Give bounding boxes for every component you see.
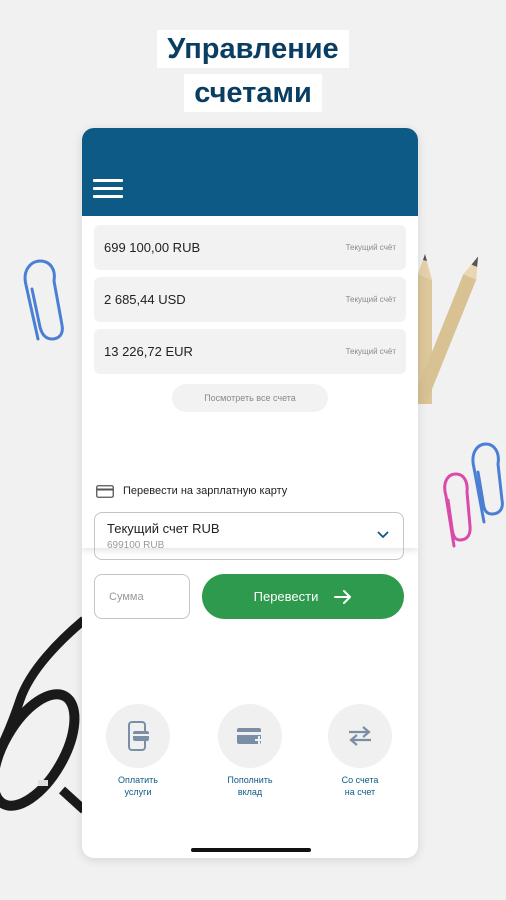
account-type: Текущий счёт (345, 347, 396, 356)
view-all-accounts-button[interactable]: Посмотреть все счета (172, 384, 328, 412)
action-deposit[interactable]: Пополнить вклад (205, 704, 295, 798)
account-amount: 2 685,44 USD (104, 292, 186, 307)
action-icon-circle (218, 704, 282, 768)
promo-title-line-2: счетами (184, 74, 322, 112)
source-account-select[interactable]: Текущий счет RUB 699100 RUB (94, 512, 404, 560)
action-pay-services[interactable]: Оплатить услуги (93, 704, 183, 798)
card-icon (96, 484, 114, 498)
action-account-transfer[interactable]: Со счета на счет (315, 704, 405, 798)
pencil-icon (412, 254, 479, 404)
phone-screen: 699 100,00 RUB Текущий счёт 2 685,44 USD… (82, 128, 418, 858)
home-indicator (191, 848, 311, 852)
chevron-down-icon (377, 531, 389, 539)
action-label: Пополнить вклад (227, 775, 273, 797)
exchange-arrows-icon (349, 726, 371, 746)
paperclip-pink-icon (443, 472, 472, 548)
paperclip-blue-left-icon (23, 259, 64, 341)
account-card-eur[interactable]: 13 226,72 EUR Текущий счёт (94, 329, 406, 374)
action-label: Со счета на счет (341, 775, 379, 797)
promo-heading: Управление счетами (0, 30, 506, 112)
account-card-rub[interactable]: 699 100,00 RUB Текущий счёт (94, 225, 406, 270)
pay-services-icon (128, 721, 149, 751)
select-account-label: Текущий счет RUB (107, 521, 220, 536)
menu-icon[interactable] (93, 179, 123, 199)
select-account-balance: 699100 RUB (107, 540, 165, 551)
card-deposit-icon (237, 728, 263, 744)
action-icon-circle (328, 704, 392, 768)
arrow-right-icon (334, 589, 352, 604)
glasses-icon (0, 616, 84, 814)
account-amount: 13 226,72 EUR (104, 344, 193, 359)
transfer-section-header: Перевести на зарплатную карту (96, 483, 287, 499)
action-icon-circle (106, 704, 170, 768)
app-header (82, 128, 418, 216)
transfer-button-label: Перевести (253, 589, 319, 604)
account-card-usd[interactable]: 2 685,44 USD Текущий счёт (94, 277, 406, 322)
action-label: Оплатить услуги (118, 775, 158, 797)
promo-title-line-1: Управление (157, 30, 349, 68)
account-amount: 699 100,00 RUB (104, 240, 201, 255)
amount-input[interactable] (94, 574, 190, 619)
transfer-button[interactable]: Перевести (202, 574, 404, 619)
account-type: Текущий счёт (345, 243, 396, 252)
transfer-title: Перевести на зарплатную карту (123, 485, 288, 497)
account-type: Текущий счёт (345, 295, 396, 304)
